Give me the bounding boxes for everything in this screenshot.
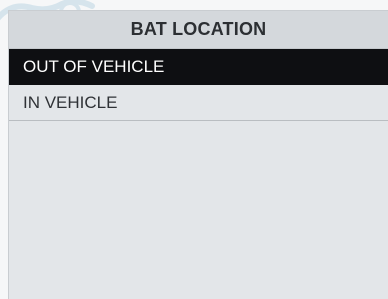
option-in-vehicle[interactable]: IN VEHICLE	[9, 85, 388, 121]
device-stage: BAT LOCATION OUT OF VEHICLE IN VEHICLE	[0, 0, 388, 299]
option-label: IN VEHICLE	[23, 92, 118, 112]
menu-screen: BAT LOCATION OUT OF VEHICLE IN VEHICLE	[8, 10, 388, 299]
option-list: OUT OF VEHICLE IN VEHICLE	[9, 49, 388, 121]
title-bar: BAT LOCATION	[9, 11, 388, 49]
option-out-of-vehicle[interactable]: OUT OF VEHICLE	[9, 49, 388, 85]
page-title: BAT LOCATION	[130, 19, 267, 39]
option-label: OUT OF VEHICLE	[23, 56, 165, 76]
